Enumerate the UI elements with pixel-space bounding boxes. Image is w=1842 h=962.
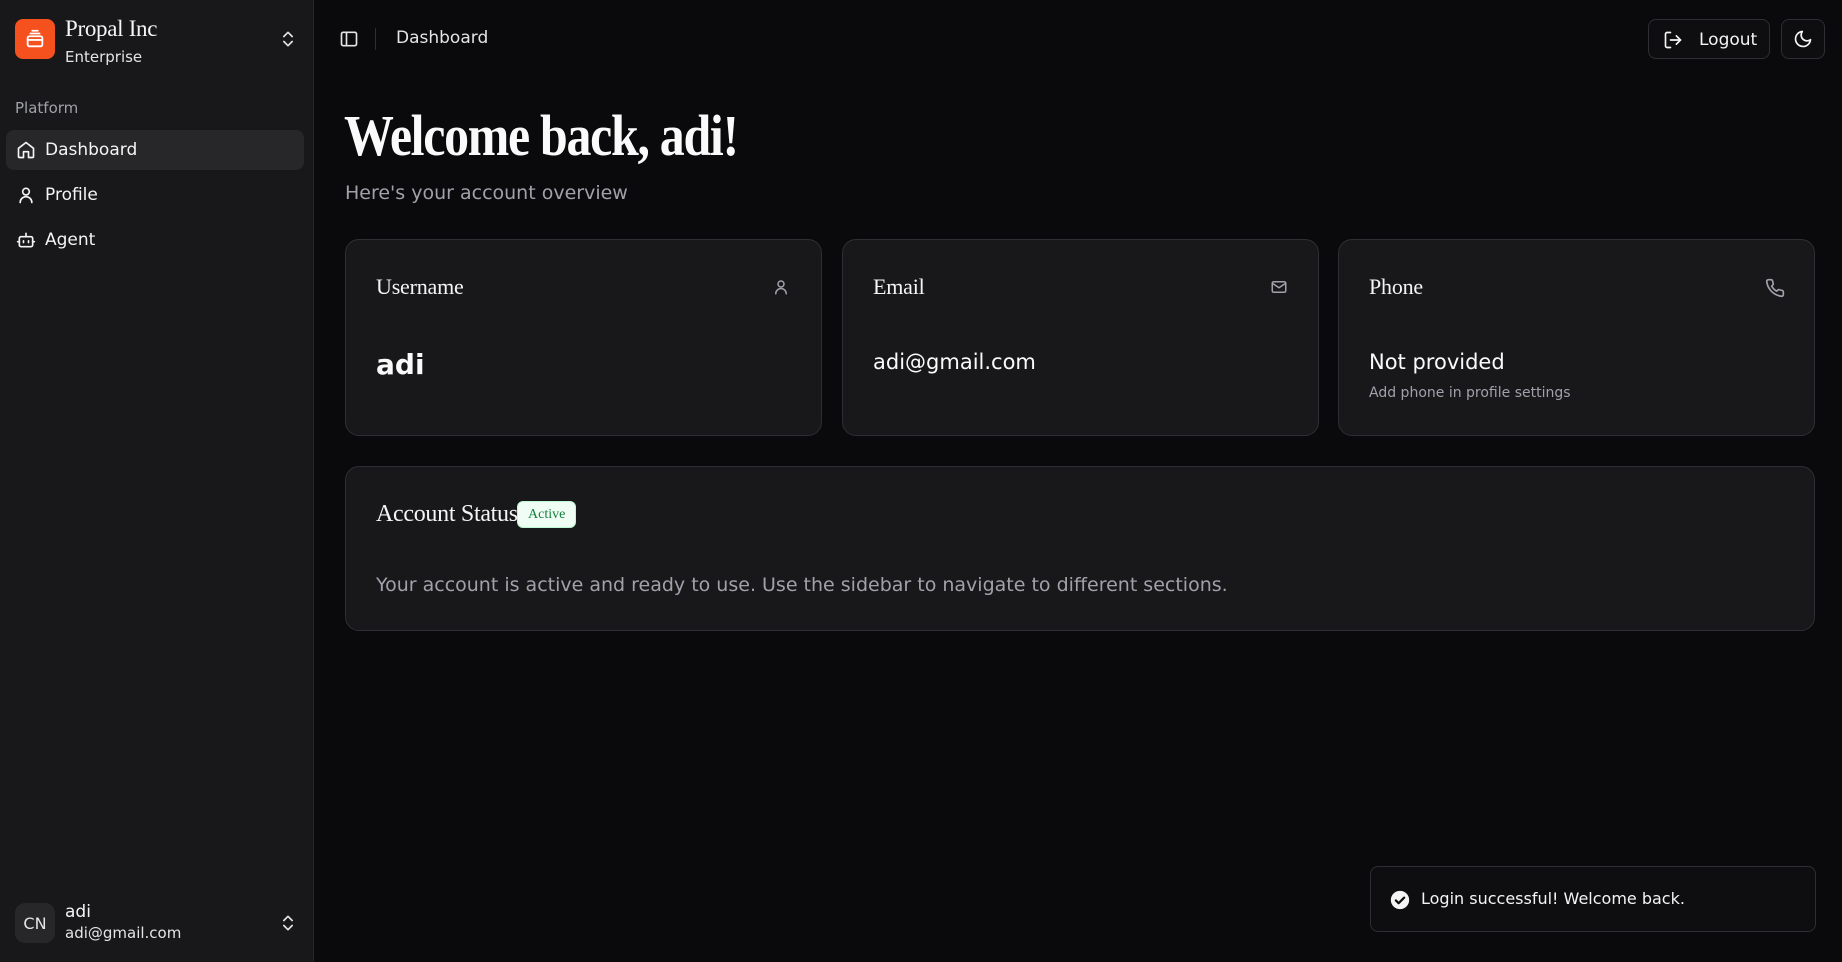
user-menu[interactable]: CN adi adi@gmail.com [8,895,306,951]
phone-icon [1765,278,1787,300]
logout-button[interactable]: Logout [1648,19,1770,59]
moon-icon [1793,29,1813,49]
email-card: Email adi@gmail.com [842,239,1319,436]
card-title: Phone [1369,274,1424,299]
toast-message: Login successful! Welcome back. [1421,889,1685,908]
page-title: Welcome back, adi! [344,103,739,168]
email-value: adi@gmail.com [873,350,1036,374]
mail-icon [1269,278,1291,300]
status-description: Your account is active and ready to use.… [376,574,1228,596]
phone-hint: Add phone in profile settings [1369,385,1571,401]
user-email: adi@gmail.com [65,924,182,942]
panel-left-icon [339,29,359,49]
theme-toggle-button[interactable] [1781,19,1825,59]
team-name: Propal Inc [65,16,158,41]
check-circle-icon [1389,889,1411,911]
username-value: adi [376,348,425,381]
page-subtitle: Here's your account overview [345,182,628,204]
sidebar-item-label: Dashboard [45,140,138,160]
home-icon [16,140,36,160]
avatar: CN [15,903,55,943]
team-plan: Enterprise [65,48,143,66]
sidebar-item-label: Profile [45,185,98,205]
user-icon [16,185,36,205]
phone-card: Phone Not provided Add phone in profile … [1338,239,1815,436]
sidebar-item-dashboard[interactable]: Dashboard [6,130,304,170]
log-out-icon [1663,30,1683,50]
breadcrumb[interactable]: Dashboard [396,28,488,48]
toast-notification[interactable]: Login successful! Welcome back. [1370,866,1816,932]
username-card: Username adi [345,239,822,436]
phone-value: Not provided [1369,350,1505,374]
card-title: Email [873,274,925,299]
chevrons-up-down-icon [278,29,298,49]
account-status-card: Account Status Active Your account is ac… [345,466,1815,631]
card-title: Username [376,274,464,299]
top-bar: Dashboard Logout [315,0,1842,78]
sidebar: Propal Inc Enterprise Platform Dashboard… [0,0,314,962]
logout-label: Logout [1699,30,1758,50]
user-icon [772,278,794,300]
bot-icon [16,230,36,250]
divider [375,28,376,50]
status-badge: Active [517,501,577,528]
team-logo-icon [15,19,55,59]
sidebar-item-agent[interactable]: Agent [6,220,304,260]
chevrons-up-down-icon [278,913,298,933]
sidebar-item-label: Agent [45,230,96,250]
sidebar-item-profile[interactable]: Profile [6,175,304,215]
nav-group-label: Platform [15,99,79,117]
status-title: Account Status [376,501,518,527]
sidebar-toggle-button[interactable] [335,25,363,53]
user-name: adi [65,902,91,922]
team-switcher[interactable]: Propal Inc Enterprise [8,10,306,68]
